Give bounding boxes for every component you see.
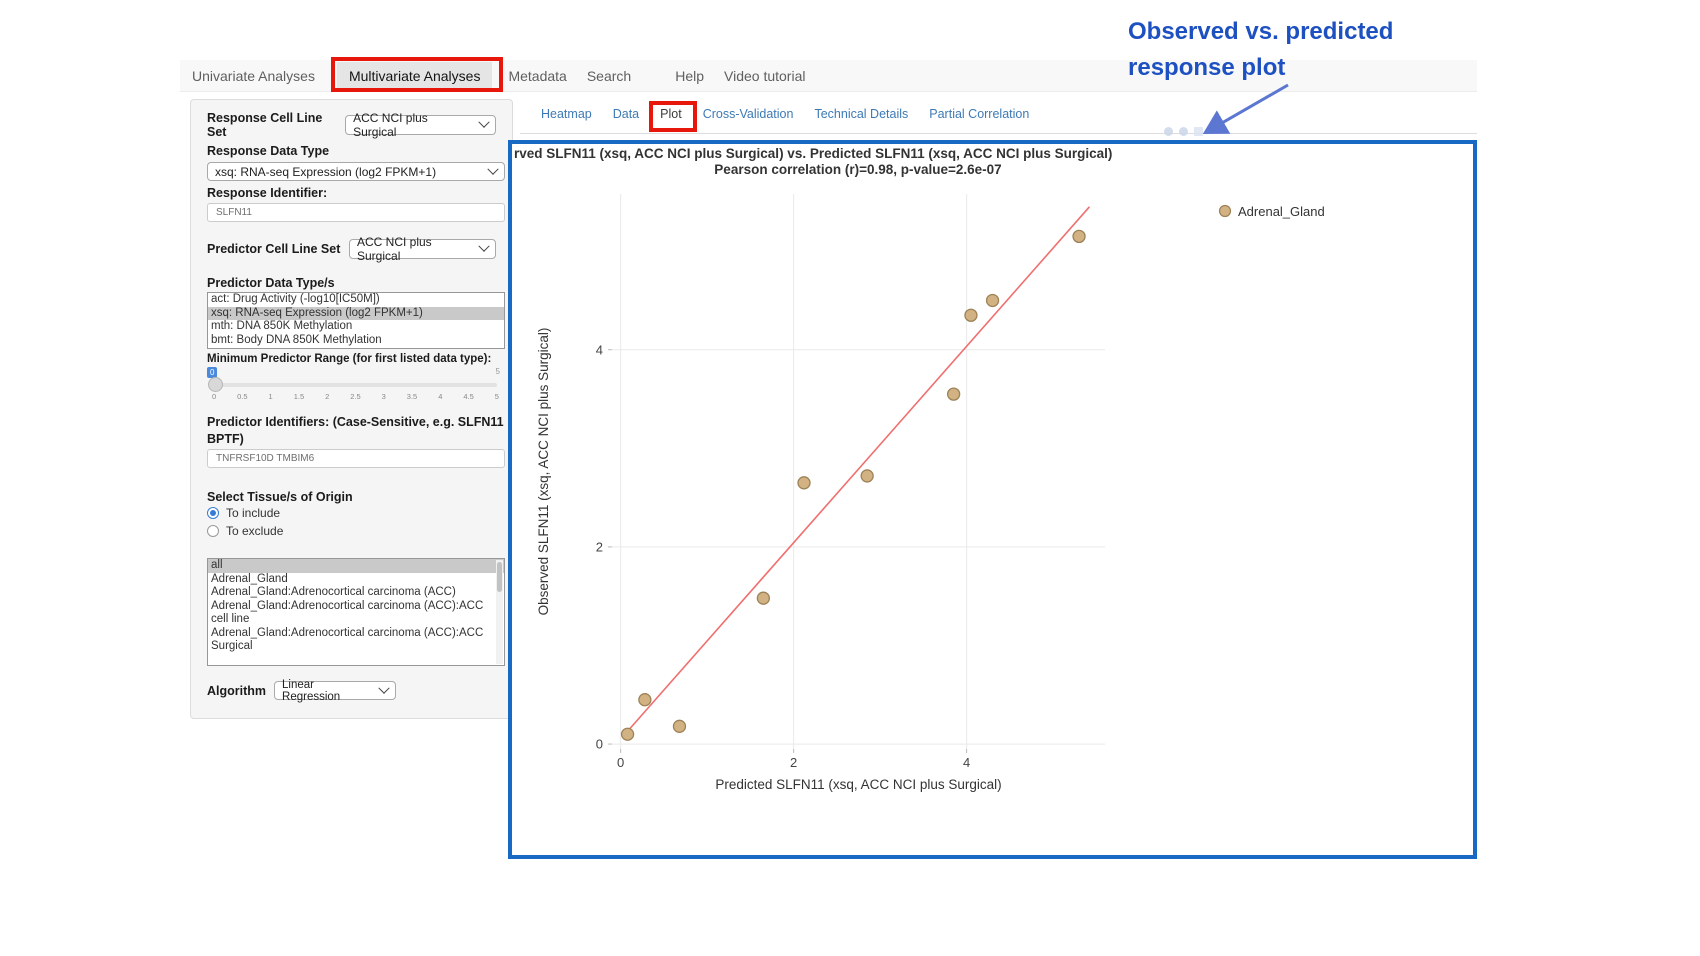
radio-label: To exclude bbox=[226, 524, 283, 538]
nav-univariate-analyses[interactable]: Univariate Analyses bbox=[192, 68, 315, 84]
x-tick-label: 4 bbox=[963, 755, 970, 770]
listbox-option[interactable]: mth: DNA 850K Methylation bbox=[208, 320, 504, 334]
modebar-icon[interactable] bbox=[1164, 127, 1173, 136]
response-identifier-label: Response Identifier: bbox=[207, 186, 327, 200]
data-point[interactable] bbox=[673, 720, 685, 732]
chevron-down-icon bbox=[378, 682, 389, 693]
x-axis-title: Predicted SLFN11 (xsq, ACC NCI plus Surg… bbox=[715, 777, 1001, 792]
chevron-down-icon bbox=[487, 163, 498, 174]
annotation-line1: Observed vs. predicted bbox=[1128, 14, 1393, 50]
tab-heatmap[interactable]: Heatmap bbox=[541, 107, 592, 121]
slider-track[interactable] bbox=[215, 383, 497, 387]
scrollbar[interactable] bbox=[496, 560, 503, 664]
predictor-cell-line-set-select[interactable]: ACC NCI plus Surgical bbox=[349, 239, 496, 259]
tab-partial-correlation[interactable]: Partial Correlation bbox=[929, 107, 1029, 121]
slider-handle[interactable] bbox=[208, 377, 223, 392]
min-predictor-range-label: Minimum Predictor Range (for first liste… bbox=[207, 353, 491, 365]
data-point[interactable] bbox=[861, 470, 873, 482]
nav-multivariate-analyses[interactable]: Multivariate Analyses bbox=[337, 62, 493, 90]
nav-metadata[interactable]: Metadata bbox=[508, 68, 566, 84]
tabs-divider bbox=[520, 133, 1477, 134]
scatter-plot[interactable]: 0 2 4 0 2 4 Predicted SLFN11 (xsq, ACC NCI plu… bbox=[512, 174, 1472, 854]
y-axis-title: Observed SLFN11 (xsq, ACC NCI plus Surgi… bbox=[536, 328, 551, 616]
listbox-option[interactable]: bmt: Body DNA 850K Methylation bbox=[208, 334, 504, 348]
analysis-form-sidebar: Response Cell Line Set ACC NCI plus Surg… bbox=[190, 99, 513, 719]
chevron-down-icon bbox=[478, 241, 489, 252]
x-tick-label: 2 bbox=[790, 755, 797, 770]
data-point[interactable] bbox=[622, 728, 634, 740]
tab-cross-validation[interactable]: Cross-Validation bbox=[703, 107, 794, 121]
data-point[interactable] bbox=[757, 592, 769, 604]
tissue-origin-label: Select Tissue/s of Origin bbox=[207, 490, 353, 504]
response-cell-line-set-value: ACC NCI plus Surgical bbox=[353, 111, 474, 139]
y-tick-label: 4 bbox=[596, 342, 603, 357]
data-point[interactable] bbox=[987, 294, 999, 306]
predictor-cell-line-set-value: ACC NCI plus Surgical bbox=[357, 235, 474, 263]
predictor-cell-line-set-label: Predictor Cell Line Set bbox=[207, 242, 340, 256]
chevron-down-icon bbox=[478, 117, 489, 128]
response-cell-line-set-label: Response Cell Line Set bbox=[207, 111, 345, 139]
response-identifier-input[interactable]: SLFN11 bbox=[207, 203, 505, 222]
radio-unselected-icon bbox=[207, 525, 219, 537]
predictor-identifiers-input[interactable]: TNFRSF10D TMBIM6 bbox=[207, 449, 505, 468]
algorithm-select[interactable]: Linear Regression bbox=[274, 681, 396, 700]
data-point[interactable] bbox=[798, 477, 810, 489]
response-data-type-label: Response Data Type bbox=[207, 144, 329, 158]
radio-to-include[interactable]: To include bbox=[207, 506, 280, 520]
y-tick-label: 0 bbox=[596, 737, 603, 752]
response-cell-line-set-select[interactable]: ACC NCI plus Surgical bbox=[345, 115, 496, 135]
legend-label[interactable]: Adrenal_Gland bbox=[1238, 204, 1325, 219]
listbox-option[interactable]: Adrenal_Gland:Adrenocortical carcinoma (… bbox=[208, 586, 504, 600]
tab-plot[interactable]: Plot bbox=[660, 107, 682, 121]
response-data-type-select[interactable]: xsq: RNA-seq Expression (log2 FPKM+1) bbox=[207, 162, 505, 181]
y-tick-label: 2 bbox=[596, 539, 603, 554]
app-root: Univariate Analyses Multivariate Analyse… bbox=[0, 0, 1700, 956]
predictor-data-types-listbox: act: Drug Activity (-log10[IC50M]) xsq: … bbox=[207, 292, 505, 349]
plot-title: rved SLFN11 (xsq, ACC NCI plus Surgical)… bbox=[514, 146, 1112, 161]
radio-selected-icon bbox=[207, 507, 219, 519]
listbox-option[interactable]: Adrenal_Gland bbox=[208, 573, 504, 587]
nav-search[interactable]: Search bbox=[587, 68, 631, 84]
listbox-option[interactable]: xsq: RNA-seq Expression (log2 FPKM+1) bbox=[208, 307, 504, 321]
annotation-arrow bbox=[1180, 75, 1310, 145]
tissue-origin-listbox: all Adrenal_Gland Adrenal_Gland:Adrenoco… bbox=[207, 558, 505, 666]
tab-technical-details[interactable]: Technical Details bbox=[814, 107, 908, 121]
slider-max-label: 5 bbox=[496, 367, 500, 376]
slider-tick-labels: 00.511.522.533.544.55 bbox=[212, 392, 499, 401]
algorithm-value: Linear Regression bbox=[282, 679, 374, 703]
data-point[interactable] bbox=[965, 309, 977, 321]
radio-label: To include bbox=[226, 506, 280, 520]
tab-data[interactable]: Data bbox=[613, 107, 639, 121]
predictor-data-types-label: Predictor Data Type/s bbox=[207, 276, 335, 290]
nav-help[interactable]: Help bbox=[675, 68, 704, 84]
radio-to-exclude[interactable]: To exclude bbox=[207, 524, 283, 538]
predictor-identifiers-label: Predictor Identifiers: (Case-Sensitive, … bbox=[207, 414, 507, 448]
nav-video-tutorial[interactable]: Video tutorial bbox=[724, 68, 805, 84]
listbox-option[interactable]: Adrenal_Gland:Adrenocortical carcinoma (… bbox=[208, 600, 504, 627]
regression-line bbox=[622, 207, 1089, 737]
data-point[interactable] bbox=[639, 694, 651, 706]
listbox-option[interactable]: act: Drug Activity (-log10[IC50M]) bbox=[208, 293, 504, 307]
x-tick-label: 0 bbox=[617, 755, 624, 770]
legend-marker[interactable] bbox=[1220, 206, 1231, 217]
data-point[interactable] bbox=[948, 388, 960, 400]
listbox-option[interactable]: all bbox=[208, 559, 504, 573]
result-tabs: Heatmap Data Plot Cross-Validation Techn… bbox=[541, 107, 1029, 121]
data-point[interactable] bbox=[1073, 230, 1085, 242]
response-data-type-value: xsq: RNA-seq Expression (log2 FPKM+1) bbox=[215, 165, 436, 179]
listbox-option[interactable]: Adrenal_Gland:Adrenocortical carcinoma (… bbox=[208, 627, 504, 654]
algorithm-label: Algorithm bbox=[207, 684, 266, 698]
